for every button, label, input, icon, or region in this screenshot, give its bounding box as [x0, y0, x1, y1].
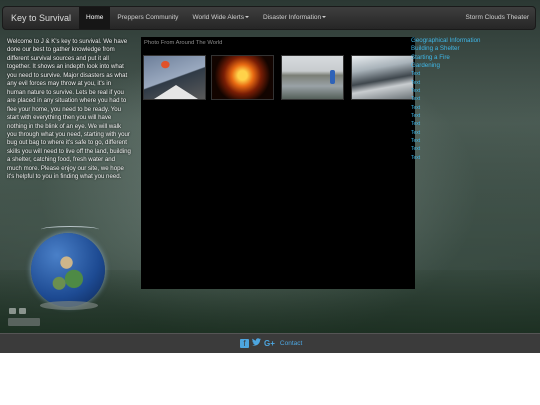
- intro-text: Welcome to J & K's key to survival. We h…: [7, 38, 131, 181]
- nav-world-wide-alerts-label: World Wide Alerts: [192, 14, 244, 21]
- sidebar-links: Geographical Information Building a Shel…: [411, 37, 480, 162]
- photo-gallery-title: Photo From Around The World: [144, 40, 223, 46]
- globe-ring: [41, 226, 99, 233]
- link-text[interactable]: Text: [411, 95, 480, 103]
- link-text[interactable]: Text: [411, 104, 480, 112]
- photo-gallery-panel: Photo From Around The World: [141, 37, 415, 289]
- nav-preppers-community[interactable]: Preppers Community: [110, 7, 185, 29]
- explosion-photo-thumbnail[interactable]: [211, 55, 274, 100]
- top-navbar: Key to Survival Home Preppers Community …: [2, 6, 536, 30]
- globe-stand: [40, 301, 98, 310]
- nav-home[interactable]: Home: [79, 7, 111, 29]
- nav-world-wide-alerts[interactable]: World Wide Alerts: [185, 7, 256, 29]
- earth-globe-widget[interactable]: [31, 233, 105, 307]
- contact-link[interactable]: Contact: [280, 340, 302, 347]
- globe-control-right-button[interactable]: [19, 308, 26, 314]
- nav-disaster-information[interactable]: Disaster Information: [256, 7, 333, 29]
- flood-photo-thumbnail[interactable]: [281, 55, 344, 100]
- nav-disaster-information-label: Disaster Information: [262, 14, 322, 21]
- twitter-icon[interactable]: [252, 338, 261, 349]
- brand-logo-link[interactable]: Key to Survival: [3, 13, 79, 23]
- link-geographical-information[interactable]: Geographical Information: [411, 37, 480, 45]
- caret-down-icon: [322, 16, 327, 19]
- link-text[interactable]: Text: [411, 87, 480, 95]
- link-starting-a-fire[interactable]: Starting a Fire: [411, 54, 480, 62]
- link-text[interactable]: Text: [411, 79, 480, 87]
- tsunami-photo-thumbnail[interactable]: [351, 55, 414, 100]
- link-text[interactable]: Text: [411, 112, 480, 120]
- page-footer: f G+ Contact: [0, 333, 540, 353]
- nav-storm-clouds-theater[interactable]: Storm Clouds Theater: [459, 7, 535, 29]
- link-gardening[interactable]: Gardening: [411, 62, 480, 70]
- link-text[interactable]: Text: [411, 120, 480, 128]
- link-building-a-shelter[interactable]: Building a Shelter: [411, 45, 480, 53]
- link-text[interactable]: Text: [411, 137, 480, 145]
- link-text[interactable]: Text: [411, 129, 480, 137]
- link-text[interactable]: Text: [411, 154, 480, 162]
- caret-down-icon: [244, 16, 249, 19]
- twitter-bird-glyph: [252, 338, 261, 346]
- link-text[interactable]: Text: [411, 70, 480, 78]
- facebook-icon[interactable]: f: [240, 339, 249, 348]
- footer-links: f G+ Contact: [240, 338, 302, 349]
- volcano-photo-thumbnail[interactable]: [143, 55, 206, 100]
- google-plus-icon[interactable]: G+: [264, 339, 275, 349]
- globe-control-left-button[interactable]: [9, 308, 16, 314]
- link-text[interactable]: Text: [411, 145, 480, 153]
- globe-label-plate: [8, 318, 40, 326]
